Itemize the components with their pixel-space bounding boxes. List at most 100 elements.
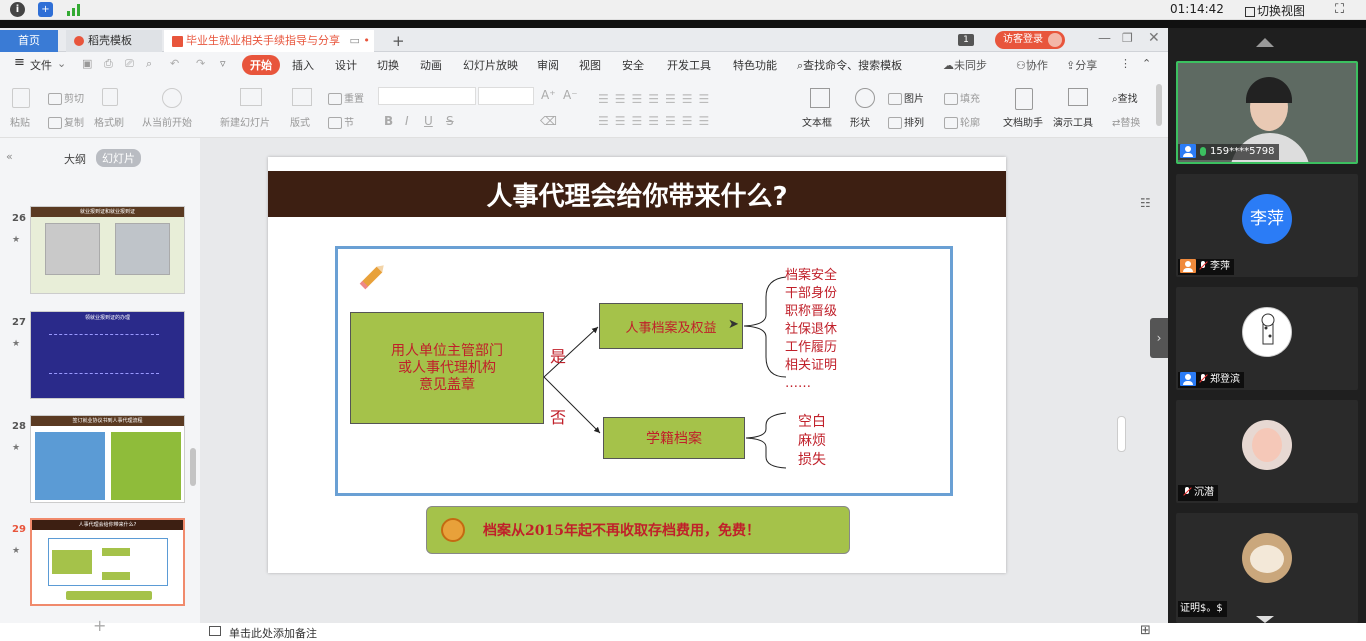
menu-tab-developer[interactable]: 开发工具 — [667, 57, 711, 73]
preview-icon[interactable]: ⌕ — [146, 57, 152, 71]
collaborate-button[interactable]: ⚇协作 — [1016, 57, 1048, 73]
switch-view-button[interactable]: 切换视图 — [1245, 2, 1305, 19]
tab-monitor-icon[interactable]: ▭ — [350, 34, 360, 47]
eraser-icon[interactable]: ⌫ — [540, 114, 557, 128]
menu-tab-slideshow[interactable]: 幻灯片放映 — [463, 57, 518, 73]
reset-button[interactable]: 重置 — [328, 90, 364, 105]
paragraph-tools[interactable]: ☰☰☰☰☰☰☰ ☰☰☰☰☰☰☰ — [598, 88, 778, 128]
sync-status[interactable]: ☁未同步 — [943, 57, 987, 73]
slide-panel-scrollbar[interactable] — [190, 448, 196, 486]
menu-tab-start[interactable]: 开始 — [242, 55, 280, 75]
tab-document[interactable]: 毕业生就业相关手续指导与分享 ▭ • — [164, 30, 374, 52]
info-icon[interactable]: i — [10, 2, 25, 17]
guest-login-button[interactable]: 访客登录 — [995, 31, 1065, 49]
paste-icon[interactable] — [12, 88, 30, 108]
hamburger-icon[interactable]: ≡ — [14, 55, 25, 70]
menu-tab-design[interactable]: 设计 — [335, 57, 357, 73]
undo-icon[interactable]: ↶ — [170, 57, 179, 70]
close-icon[interactable]: ✕ — [1148, 30, 1160, 46]
notes-placeholder[interactable]: 单击此处添加备注 — [229, 625, 317, 641]
grid-view-icon[interactable]: ⊞ — [1140, 623, 1151, 638]
video-tile-participant[interactable]: 沉潜 — [1176, 400, 1358, 503]
share-icon: ⇪ — [1066, 59, 1076, 72]
menu-tab-animation[interactable]: 动画 — [420, 57, 442, 73]
collapse-panel-icon[interactable]: « — [6, 150, 13, 163]
outline-button[interactable]: 轮廓 — [944, 114, 980, 129]
underline-icon[interactable]: U — [424, 114, 433, 128]
shape-button[interactable]: 形状 — [850, 114, 870, 129]
copy-button[interactable]: 复制 — [48, 114, 84, 129]
slide-thumbnail-28[interactable]: 签订就业协议书到人事代理流程 — [30, 415, 185, 503]
font-grow-icon[interactable]: A⁺ — [541, 88, 556, 102]
present-tool-button[interactable]: 演示工具 — [1053, 114, 1093, 129]
italic-icon[interactable]: I — [405, 114, 409, 128]
chevron-down-icon[interactable]: ⌄ — [57, 57, 66, 70]
video-tile-self[interactable]: 159****5798 — [1176, 61, 1358, 164]
fullscreen-icon[interactable]: ⛶ — [1335, 2, 1344, 17]
menu-tab-features[interactable]: 特色功能 — [733, 57, 777, 73]
tab-home[interactable]: 首页 — [0, 30, 58, 52]
strikethrough-icon[interactable]: S — [446, 114, 454, 128]
play-from-current-button[interactable]: 从当前开始 — [142, 114, 192, 129]
switch-view-label: 切换视图 — [1257, 4, 1306, 18]
font-shrink-icon[interactable]: A⁻ — [563, 88, 578, 102]
new-tab-button[interactable]: + — [384, 30, 413, 52]
picture-button[interactable]: 图片 — [888, 90, 924, 105]
menu-tab-transition[interactable]: 切换 — [377, 57, 399, 73]
print-icon[interactable]: ⎚ — [125, 57, 134, 71]
scroll-down-icon[interactable] — [1256, 616, 1274, 623]
shield-icon[interactable]: + — [38, 2, 53, 17]
share-button[interactable]: ⇪分享 — [1066, 57, 1097, 73]
current-slide[interactable]: 人事代理会给你带来什么? 用人单位主管部门 或人事代理机构 意见盖章 是 否 人… — [268, 157, 1006, 573]
tab-outline[interactable]: 大纲 — [64, 151, 86, 167]
menu-tab-review[interactable]: 审阅 — [537, 57, 559, 73]
font-family-select[interactable] — [378, 87, 476, 105]
collapse-video-panel-button[interactable]: › — [1150, 318, 1168, 358]
redo-icon[interactable]: ↷ — [196, 57, 205, 70]
save-icon[interactable]: ▣ — [82, 57, 92, 70]
cut-button[interactable]: 剪切 — [48, 90, 84, 105]
section-button[interactable]: 节 — [328, 114, 354, 129]
bold-icon[interactable]: B — [384, 114, 393, 128]
video-tile-participant[interactable]: 郑登滨 — [1176, 287, 1358, 390]
paste-button[interactable]: 粘贴 — [10, 114, 30, 129]
thumb-title-bar: 就业报到证和就业报到证 — [31, 207, 184, 217]
side-toolbar-settings-icon[interactable]: ☷ — [1140, 196, 1151, 210]
arrange-button[interactable]: 排列 — [888, 114, 924, 129]
slide-thumbnail-27[interactable]: 领就业报到证的办理 — [30, 311, 185, 399]
replace-button[interactable]: ⇄替换 — [1112, 114, 1140, 129]
output-icon[interactable]: ⎙ — [104, 57, 113, 71]
menu-tab-security[interactable]: 安全 — [622, 57, 644, 73]
reset-icon — [328, 93, 342, 105]
format-painter-button[interactable]: 格式刷 — [94, 114, 124, 129]
font-size-select[interactable] — [478, 87, 534, 105]
scroll-up-icon[interactable] — [1256, 38, 1274, 47]
more-icon[interactable]: ⋮ — [1120, 57, 1131, 70]
layout-button[interactable]: 版式 — [290, 114, 310, 129]
slide-thumbnail-29[interactable]: 人事代理会给你带来什么? — [30, 518, 185, 606]
restore-icon[interactable]: ❐ — [1122, 31, 1133, 45]
video-tile-participant[interactable]: 李萍 李萍 — [1176, 174, 1358, 277]
menu-tab-insert[interactable]: 插入 — [292, 57, 314, 73]
ribbon-scrollbar[interactable] — [1156, 84, 1162, 126]
window-separator — [0, 20, 1366, 28]
search-command[interactable]: ⌕查找命令、搜索模板 — [797, 57, 902, 73]
window-count-badge[interactable]: 1 — [958, 34, 974, 46]
textbox-button[interactable]: 文本框 — [802, 114, 832, 129]
tab-slides[interactable]: 幻灯片 — [96, 149, 141, 167]
fill-button[interactable]: 填充 — [944, 90, 980, 105]
minimize-icon[interactable]: — — [1098, 31, 1111, 46]
slide-thumbnail-26[interactable]: 就业报到证和就业报到证 — [30, 206, 185, 294]
thumb-box — [102, 548, 130, 556]
doc-helper-button[interactable]: 文档助手 — [1003, 114, 1043, 129]
quick-access-dropdown-icon[interactable]: ▿ — [220, 57, 226, 70]
file-menu[interactable]: 文件 — [30, 57, 52, 73]
new-slide-button[interactable]: 新建幻灯片 — [220, 114, 270, 129]
tab-template[interactable]: 稻壳模板 — [66, 30, 162, 52]
canvas-vertical-scrollbar[interactable] — [1117, 416, 1126, 452]
find-button[interactable]: ⌕查找 — [1112, 90, 1138, 105]
menu-tab-view[interactable]: 视图 — [579, 57, 601, 73]
video-tile-participant[interactable]: 证明$。$ — [1176, 513, 1358, 623]
collapse-ribbon-icon[interactable]: ⌃ — [1142, 57, 1151, 70]
add-slide-button[interactable]: + — [93, 618, 106, 634]
